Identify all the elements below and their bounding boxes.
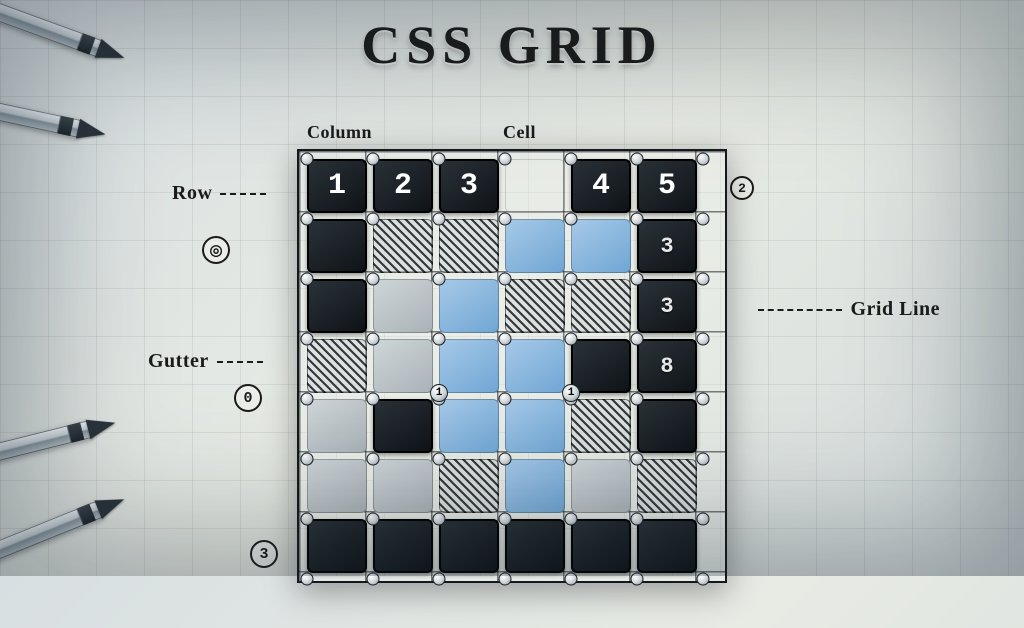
grid-cell xyxy=(307,459,367,513)
grid-node xyxy=(697,153,710,166)
grid-cell xyxy=(505,339,565,393)
grid-cell xyxy=(637,459,697,513)
grid-cell xyxy=(439,219,499,273)
grid-node xyxy=(631,573,644,586)
label-column: Column xyxy=(307,122,372,143)
grid-cell xyxy=(373,399,433,453)
grid-node xyxy=(367,573,380,586)
bottom-left-circle: 3 xyxy=(250,540,278,568)
grid-node xyxy=(697,273,710,286)
grid-cell xyxy=(637,399,697,453)
grid-cell: 8 xyxy=(637,339,697,393)
grid-cell xyxy=(307,339,367,393)
grid-cell xyxy=(307,219,367,273)
grid-cell xyxy=(439,519,499,573)
grid-node xyxy=(697,513,710,526)
grid-cell xyxy=(373,279,433,333)
grid-cell: 2 xyxy=(373,159,433,213)
grid-cell: 1 xyxy=(307,159,367,213)
grid-cell xyxy=(571,459,631,513)
top-right-small: 2 xyxy=(730,176,754,200)
grid-cell xyxy=(571,339,631,393)
grid-node xyxy=(565,573,578,586)
grid-cell xyxy=(439,339,499,393)
grid-node xyxy=(499,573,512,586)
grid-node xyxy=(433,573,446,586)
grid-node xyxy=(697,213,710,226)
grid-cell: 4 xyxy=(571,159,631,213)
grid-cell xyxy=(373,219,433,273)
grid-cell: 3 xyxy=(637,219,697,273)
label-grid-line: Grid Line xyxy=(758,298,940,321)
grid-cell xyxy=(373,459,433,513)
grid-node xyxy=(697,453,710,466)
grid-cell xyxy=(373,519,433,573)
grid-cell xyxy=(373,339,433,393)
grid-cell xyxy=(439,399,499,453)
grid-cell xyxy=(505,279,565,333)
label-row: Row xyxy=(172,182,266,205)
grid-cell xyxy=(307,279,367,333)
grid-cell xyxy=(439,459,499,513)
grid-cell xyxy=(505,519,565,573)
grid-node xyxy=(697,573,710,586)
grid-cell xyxy=(637,519,697,573)
page-title: CSS GRID xyxy=(0,14,1024,76)
grid-cell xyxy=(307,399,367,453)
gutter-zero-circle: 0 xyxy=(234,384,262,412)
css-grid-demo: 1234533811 xyxy=(297,149,727,583)
grid-cell: 3 xyxy=(439,159,499,213)
pen-decor xyxy=(0,501,103,600)
grid-cell: 5 xyxy=(637,159,697,213)
label-cell: Cell xyxy=(503,122,536,143)
marker-circle: ◎ xyxy=(202,236,230,264)
grid-cell xyxy=(571,219,631,273)
grid-cell xyxy=(571,399,631,453)
pen-decor xyxy=(0,420,92,491)
grid-cell xyxy=(571,279,631,333)
label-gutter: Gutter xyxy=(148,350,263,373)
grid-cell xyxy=(505,219,565,273)
grid-cell xyxy=(505,459,565,513)
grid-node xyxy=(301,573,314,586)
grid-cell xyxy=(307,519,367,573)
grid-node xyxy=(697,393,710,406)
grid-cell xyxy=(505,159,565,213)
grid-node xyxy=(697,333,710,346)
grid-cell xyxy=(439,279,499,333)
grid-cell xyxy=(505,399,565,453)
grid-cell: 3 xyxy=(637,279,697,333)
pen-decor xyxy=(0,74,82,137)
grid-cell xyxy=(571,519,631,573)
